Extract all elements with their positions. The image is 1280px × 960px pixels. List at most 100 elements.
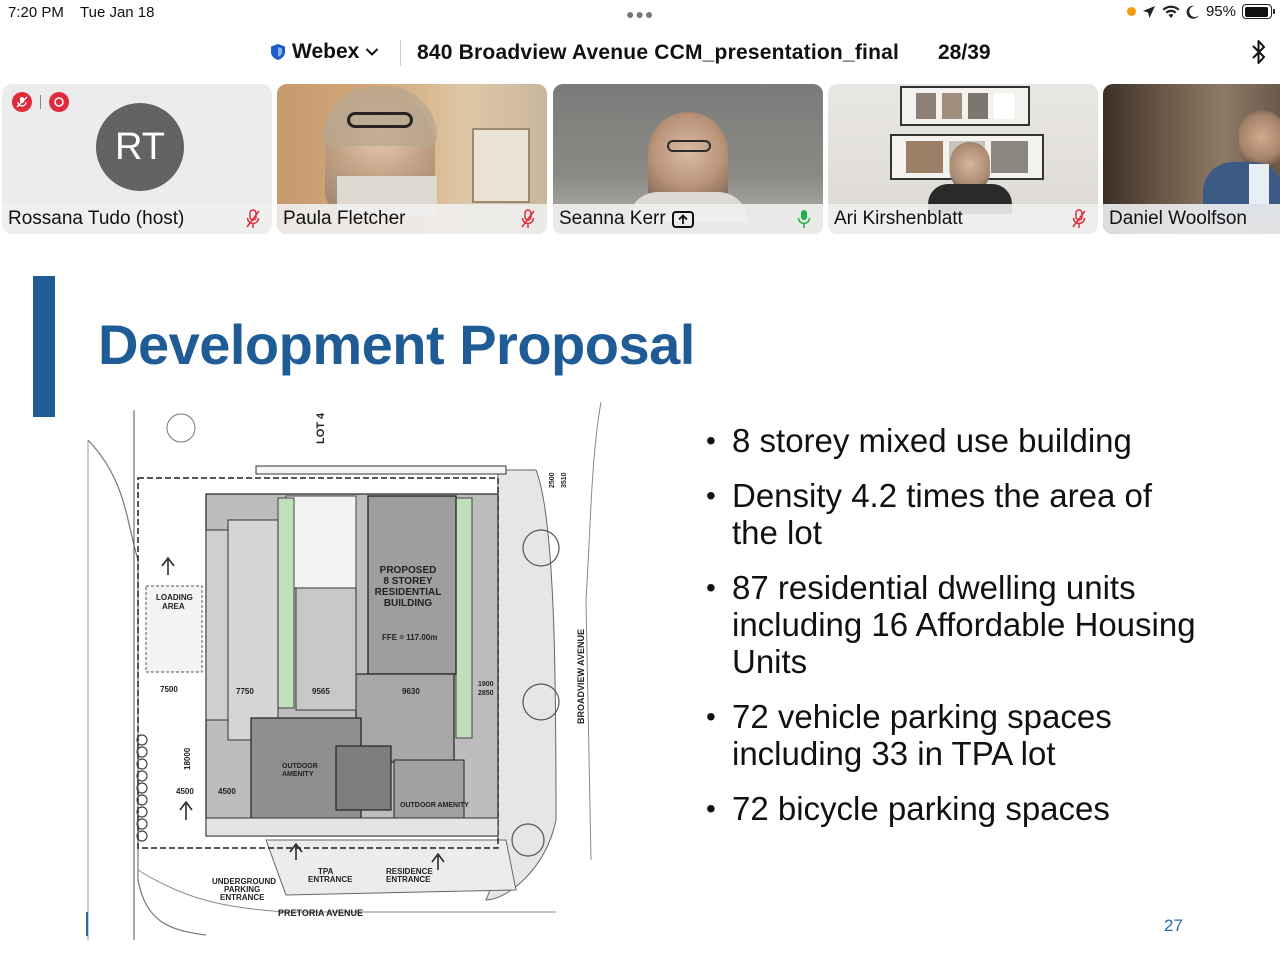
slide-accent-bar bbox=[33, 276, 55, 417]
plan-label-ffe: FFE = 117.00m bbox=[382, 633, 437, 642]
participant-name: Daniel Woolfson bbox=[1109, 208, 1248, 229]
plan-dim-4500b: 4500 bbox=[218, 787, 236, 796]
multitasking-dots-icon[interactable]: ●●● bbox=[626, 6, 654, 22]
plan-arrow-up bbox=[179, 800, 193, 820]
video-glasses-shape bbox=[667, 140, 711, 152]
meeting-title-bar: Webex 840 Broadview Avenue CCM_presentat… bbox=[0, 34, 1280, 74]
plan-label-area: AREA bbox=[162, 602, 185, 611]
participant-name: Seanna Kerr bbox=[559, 208, 666, 229]
bullet-item: 72 vehicle parking spaces including 33 i… bbox=[706, 698, 1206, 772]
slide-footer-tick bbox=[86, 912, 88, 936]
plan-label-residence-entrance: ENTRANCE bbox=[386, 875, 431, 884]
video-shirt-shape bbox=[1249, 164, 1269, 204]
plan-label-outdoor: OUTDOOR bbox=[282, 763, 318, 770]
participant-name-bar: Daniel Woolfson bbox=[1103, 204, 1280, 234]
wifi-icon bbox=[1162, 5, 1180, 18]
mic-muted-icon bbox=[521, 209, 535, 228]
location-icon bbox=[1142, 5, 1155, 18]
shield-icon bbox=[271, 44, 285, 60]
meeting-title: 840 Broadview Avenue CCM_presentation_fi… bbox=[417, 41, 900, 64]
plan-label-amenity: AMENITY bbox=[282, 771, 314, 778]
chevron-down-icon bbox=[366, 48, 379, 56]
plan-tree bbox=[166, 413, 196, 443]
status-bar: 7:20 PM Tue Jan 18 ●●● 95% bbox=[0, 0, 1280, 26]
webex-app-name: Webex bbox=[292, 40, 360, 63]
plan-label-proposed-3: RESIDENTIAL bbox=[375, 587, 442, 598]
plan-dim-3510: 3510 bbox=[561, 472, 568, 488]
plan-left-wing-outer bbox=[205, 529, 229, 721]
plan-dim-7500: 7500 bbox=[160, 685, 178, 694]
plan-dim-1900: 1900 bbox=[478, 681, 494, 688]
video-glasses-shape bbox=[347, 112, 413, 128]
plan-green-roof-left bbox=[277, 497, 295, 709]
site-plan-drawing: LOT 4 PROPOSED 8 STOREY RESIDENTIAL BUIL… bbox=[87, 401, 602, 940]
plan-dim-2500: 2500 bbox=[549, 472, 556, 488]
plan-dim-7750: 7750 bbox=[236, 687, 254, 696]
plan-label-underground-3: ENTRANCE bbox=[220, 893, 265, 902]
plan-label-lot: LOT 4 bbox=[315, 412, 327, 444]
moon-icon bbox=[1186, 5, 1199, 19]
recording-icon bbox=[49, 92, 69, 112]
plan-right-of-way-strip bbox=[255, 465, 507, 475]
bullet-item: 72 bicycle parking spaces bbox=[706, 790, 1206, 827]
bluetooth-icon[interactable] bbox=[1250, 38, 1268, 66]
badge-separator bbox=[40, 95, 41, 109]
sharing-icon bbox=[671, 210, 694, 228]
plan-street-curve-right bbox=[585, 401, 602, 861]
participant-tile-paula-fletcher[interactable]: Paula Fletcher bbox=[277, 84, 547, 234]
participant-name-bar: Seanna Kerr bbox=[553, 204, 823, 234]
participant-tile-rossana-tudo[interactable]: RT Rossana Tudo (host) bbox=[2, 84, 272, 234]
plan-dim-2850: 2850 bbox=[478, 690, 494, 697]
video-person-shape bbox=[1239, 110, 1280, 170]
plan-label-broadview: BROADVIEW AVENUE bbox=[576, 629, 586, 724]
plan-left-wing bbox=[227, 519, 279, 741]
plan-roof-box bbox=[335, 745, 392, 811]
bullet-item: 8 storey mixed use building bbox=[706, 422, 1206, 459]
plan-upper-light-area bbox=[285, 495, 357, 589]
plan-green-roof-right bbox=[455, 497, 473, 739]
battery-icon bbox=[1242, 4, 1275, 19]
plan-dim-4500a: 4500 bbox=[176, 787, 194, 796]
participant-strip: RT Rossana Tudo (host) Paula Fletcher Se… bbox=[0, 84, 1280, 234]
page-indicator: 28/39 bbox=[938, 41, 991, 64]
plan-dim-9630: 9630 bbox=[402, 687, 420, 696]
participant-name-bar: Ari Kirshenblatt bbox=[828, 204, 1098, 234]
mic-in-use-indicator-icon bbox=[1126, 7, 1136, 16]
muted-badge-icon bbox=[12, 92, 32, 112]
mic-active-icon bbox=[797, 210, 811, 228]
host-badges bbox=[12, 92, 69, 112]
battery-percent: 95% bbox=[1205, 3, 1236, 20]
participant-name-bar: Paula Fletcher bbox=[277, 204, 547, 234]
plan-label-proposed-2: 8 STOREY bbox=[383, 576, 433, 587]
bullet-item: 87 residential dwelling units including … bbox=[706, 569, 1206, 680]
plan-bottom-strip bbox=[205, 817, 499, 837]
status-indicators: 95% bbox=[1126, 3, 1275, 20]
plan-amenity-right bbox=[393, 759, 465, 821]
participant-tile-daniel-woolfson[interactable]: Daniel Woolfson bbox=[1103, 84, 1280, 234]
slide-bullet-list: 8 storey mixed use building Density 4.2 … bbox=[706, 422, 1206, 845]
participant-name: Paula Fletcher bbox=[283, 208, 406, 229]
plan-label-proposed-4: BUILDING bbox=[384, 598, 433, 609]
plan-label-pretoria: PRETORIA AVENUE bbox=[278, 908, 363, 918]
plan-dim-9565: 9565 bbox=[312, 687, 330, 696]
battery-fill bbox=[1244, 6, 1269, 17]
status-time: 7:20 PM bbox=[8, 4, 64, 21]
mic-muted-icon bbox=[1072, 209, 1086, 228]
plan-street-curve-left bbox=[87, 439, 207, 936]
video-shelf-shape bbox=[472, 128, 530, 203]
plan-label-proposed: PROPOSED 8 STOREY RESIDENTIAL BUILDING bbox=[375, 565, 442, 609]
participant-tile-seanna-kerr[interactable]: Seanna Kerr bbox=[553, 84, 823, 234]
shared-slide: Development Proposal LOT 4 PROPOSED 8 ST… bbox=[0, 240, 1280, 960]
participant-name: Ari Kirshenblatt bbox=[834, 208, 963, 229]
participant-tile-ari-kirshenblatt[interactable]: Ari Kirshenblatt bbox=[828, 84, 1098, 234]
mic-muted-icon bbox=[246, 209, 260, 228]
webex-menu-button[interactable]: Webex bbox=[270, 40, 379, 64]
plan-dim-18000: 18000 bbox=[183, 747, 192, 770]
title-divider bbox=[400, 40, 401, 66]
slide-number: 27 bbox=[1164, 916, 1183, 935]
video-artwork-top bbox=[900, 86, 1030, 126]
avatar: RT bbox=[96, 103, 184, 191]
participant-name: Rossana Tudo (host) bbox=[8, 208, 185, 229]
plan-label-tpa-entrance: ENTRANCE bbox=[308, 875, 353, 884]
plan-arrow-up bbox=[161, 556, 175, 575]
